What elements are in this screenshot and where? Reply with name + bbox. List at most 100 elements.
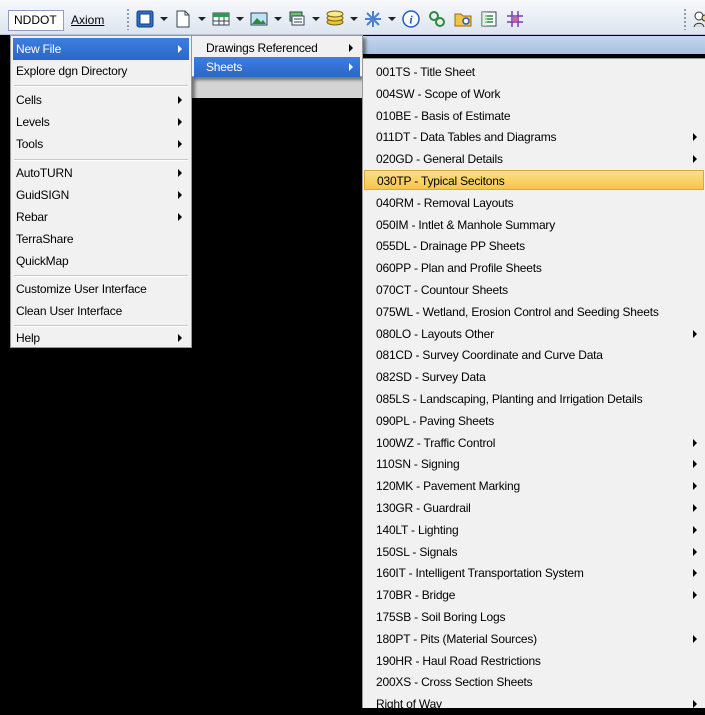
chevron-right-icon xyxy=(178,140,182,148)
menu-item-label: 200XS - Cross Section Sheets xyxy=(376,675,533,690)
star-icon[interactable] xyxy=(362,8,384,30)
grid-icon[interactable] xyxy=(504,8,526,30)
menu-item-160it-intelligent-transportation-system[interactable]: 160IT - Intelligent Transportation Syste… xyxy=(364,562,704,584)
menu-item-090pl-paving-sheets[interactable]: 090PL - Paving Sheets xyxy=(364,410,704,432)
level-icon[interactable] xyxy=(324,8,346,30)
chevron-right-icon xyxy=(693,482,697,491)
chevron-down-icon[interactable] xyxy=(274,17,282,21)
menu-item-drawings-referenced[interactable]: Drawings Referenced xyxy=(194,37,360,59)
chevron-down-icon[interactable] xyxy=(312,17,320,21)
menu-item-tools[interactable]: Tools xyxy=(13,133,189,155)
menu-item-100wz-traffic-control[interactable]: 100WZ - Traffic Control xyxy=(364,432,704,454)
report-icon[interactable] xyxy=(478,8,500,30)
menu-separator xyxy=(14,275,188,277)
menu-item-060pp-plan-and-profile-sheets[interactable]: 060PP - Plan and Profile Sheets xyxy=(364,257,704,279)
chevron-right-icon xyxy=(693,460,697,469)
menu-item-label: 030TP - Typical Secitons xyxy=(377,174,505,188)
menu-item-180pt-pits-material-sources[interactable]: 180PT - Pits (Material Sources) xyxy=(364,628,704,650)
menu-item-explore-dgn-directory[interactable]: Explore dgn Directory xyxy=(13,60,189,82)
menu-item-label: 082SD - Survey Data xyxy=(376,370,486,385)
new-file-icon[interactable] xyxy=(172,8,194,30)
chevron-right-icon xyxy=(693,569,697,578)
toolbar-grip[interactable] xyxy=(683,8,687,30)
folder-icon[interactable] xyxy=(452,8,474,30)
menu-item-004sw-scope-of-work[interactable]: 004SW - Scope of Work xyxy=(364,83,704,105)
menu-item-080lo-layouts-other[interactable]: 080LO - Layouts Other xyxy=(364,323,704,345)
chevron-right-icon xyxy=(178,118,182,126)
chevron-down-icon[interactable] xyxy=(388,17,396,21)
menu-item-120mk-pavement-marking[interactable]: 120MK - Pavement Marking xyxy=(364,475,704,497)
menu-item-rebar[interactable]: Rebar xyxy=(13,206,189,228)
menu-item-081cd-survey-coordinate-and-curve-data[interactable]: 081CD - Survey Coordinate and Curve Data xyxy=(364,344,704,366)
chevron-down-icon[interactable] xyxy=(160,17,168,21)
layers-icon[interactable] xyxy=(286,8,308,30)
menu-item-label: 080LO - Layouts Other xyxy=(376,326,494,341)
menu-item-label: 001TS - Title Sheet xyxy=(376,65,475,79)
toolbar: NDDOT Axiom i xyxy=(0,0,705,35)
menu-item-sheets[interactable]: Sheets xyxy=(194,57,360,77)
menu-item-190hr-haul-road-restrictions[interactable]: 190HR - Haul Road Restrictions xyxy=(364,650,704,672)
menu-item-label: 140LT - Lighting xyxy=(376,522,459,537)
menu-item-150sl-signals[interactable]: 150SL - Signals xyxy=(364,541,704,563)
menu-item-autoturn[interactable]: AutoTURN xyxy=(13,162,189,184)
chevron-down-icon[interactable] xyxy=(350,17,358,21)
people-icon[interactable] xyxy=(690,8,705,30)
menu-item-levels[interactable]: Levels xyxy=(13,111,189,133)
toolbar-grip[interactable] xyxy=(126,8,130,30)
menu-item-075wl-wetland-erosion-control-and-seeding-sheets[interactable]: 075WL - Wetland, Erosion Control and See… xyxy=(364,301,704,323)
chevron-down-icon[interactable] xyxy=(236,17,244,21)
search-icon[interactable] xyxy=(426,8,448,30)
menu-item-clean-user-interface[interactable]: Clean User Interface xyxy=(13,300,189,322)
menu-item-terrashare[interactable]: TerraShare xyxy=(13,228,189,250)
menu-item-085ls-landscaping-planting-and-irrigation-details[interactable]: 085LS - Landscaping, Planting and Irriga… xyxy=(364,388,704,410)
menu-item-label: 100WZ - Traffic Control xyxy=(376,435,496,450)
menu-item-050im-intlet-manhole-summary[interactable]: 050IM - Intlet & Manhole Summary xyxy=(364,214,704,236)
table-icon[interactable] xyxy=(210,8,232,30)
window-icon[interactable] xyxy=(134,8,156,30)
nddot-dropdown-menu: New File Explore dgn Directory Cells Lev… xyxy=(10,35,192,348)
menu-item-customize-user-interface[interactable]: Customize User Interface xyxy=(13,278,189,300)
chevron-right-icon xyxy=(693,155,697,164)
menu-item-help[interactable]: Help xyxy=(13,327,189,349)
menu-item-label: New File xyxy=(16,42,62,56)
nddot-menu[interactable]: NDDOT xyxy=(8,10,64,31)
info-icon[interactable]: i xyxy=(400,8,422,30)
chevron-down-icon[interactable] xyxy=(198,17,206,21)
menu-item-cells[interactable]: Cells xyxy=(13,89,189,111)
menu-item-010be-basis-of-estimate[interactable]: 010BE - Basis of Estimate xyxy=(364,105,704,127)
menu-item-170br-bridge[interactable]: 170BR - Bridge xyxy=(364,584,704,606)
menu-item-001ts-title-sheet[interactable]: 001TS - Title Sheet xyxy=(364,61,704,83)
menu-item-055dl-drainage-pp-sheets[interactable]: 055DL - Drainage PP Sheets xyxy=(364,235,704,257)
menu-item-label: 075WL - Wetland, Erosion Control and See… xyxy=(376,304,659,319)
menu-item-label: Cells xyxy=(16,93,42,107)
menu-item-040rm-removal-layouts[interactable]: 040RM - Removal Layouts xyxy=(364,192,704,214)
menu-item-030tp-typical-secitons[interactable]: 030TP - Typical Secitons xyxy=(364,170,704,190)
menu-item-200xs-cross-section-sheets[interactable]: 200XS - Cross Section Sheets xyxy=(364,671,704,693)
menu-item-label: Help xyxy=(16,331,40,345)
menu-item-070ct-countour-sheets[interactable]: 070CT - Countour Sheets xyxy=(364,279,704,301)
menu-item-label: 060PP - Plan and Profile Sheets xyxy=(376,261,542,276)
menu-item-right-of-way[interactable]: Right of Way xyxy=(364,693,704,715)
menu-item-label: TerraShare xyxy=(16,232,74,246)
menu-item-label: Tools xyxy=(16,137,44,151)
chevron-right-icon xyxy=(178,334,182,342)
chevron-right-icon xyxy=(693,700,697,709)
menu-item-new-file[interactable]: New File xyxy=(13,38,189,60)
menu-item-label: 150SL - Signals xyxy=(376,544,458,559)
menu-item-label: 020GD - General Details xyxy=(376,152,503,167)
menu-item-175sb-soil-boring-logs[interactable]: 175SB - Soil Boring Logs xyxy=(364,606,704,628)
menu-item-140lt-lighting[interactable]: 140LT - Lighting xyxy=(364,519,704,541)
menu-item-label: 110SN - Signing xyxy=(376,457,460,472)
menu-item-082sd-survey-data[interactable]: 082SD - Survey Data xyxy=(364,366,704,388)
menu-item-label: 160IT - Intelligent Transportation Syste… xyxy=(376,566,584,581)
menu-item-label: Clean User Interface xyxy=(16,304,123,318)
image-icon[interactable] xyxy=(248,8,270,30)
sheets-submenu: 001TS - Title Sheet 004SW - Scope of Work… xyxy=(362,58,705,711)
menu-item-110sn-signing[interactable]: 110SN - Signing xyxy=(364,453,704,475)
axiom-menu[interactable]: Axiom xyxy=(66,10,118,31)
menu-item-011dt-data-tables-and-diagrams[interactable]: 011DT - Data Tables and Diagrams xyxy=(364,126,704,148)
menu-item-020gd-general-details[interactable]: 020GD - General Details xyxy=(364,148,704,170)
menu-item-guidsign[interactable]: GuidSIGN xyxy=(13,184,189,206)
menu-item-quickmap[interactable]: QuickMap xyxy=(13,250,189,272)
menu-item-130gr-guardrail[interactable]: 130GR - Guardrail xyxy=(364,497,704,519)
